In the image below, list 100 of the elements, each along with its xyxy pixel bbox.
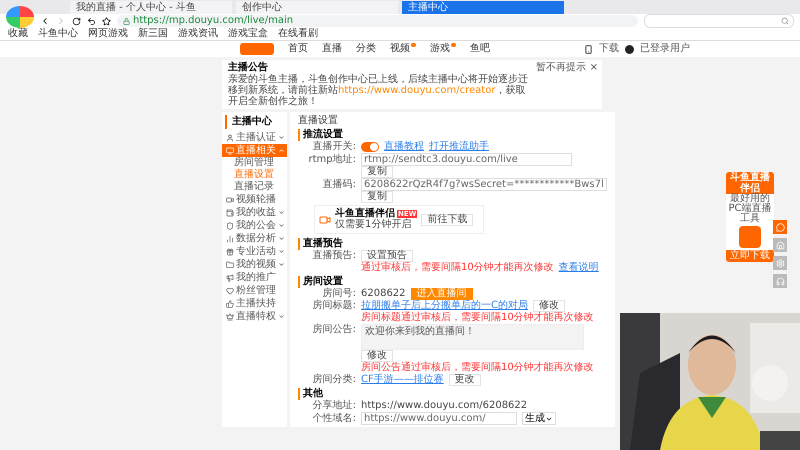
settings-button[interactable]: [773, 256, 787, 270]
bookmark[interactable]: 在线看剧: [278, 28, 318, 40]
live-toggle[interactable]: [361, 142, 379, 152]
nav-link[interactable]: 分类: [356, 43, 376, 55]
menu-icon: [226, 208, 234, 216]
sidebar-item[interactable]: 视频轮播: [222, 193, 287, 206]
chevron-down-icon: [278, 313, 285, 320]
browser-tab[interactable]: 创作中心: [236, 1, 398, 14]
home-button[interactable]: [773, 238, 787, 252]
field-label: 直播开关:: [312, 141, 356, 153]
warning-text: 房间公告通过审核后，需要间隔10分钟才能再次修改: [361, 362, 594, 374]
nav-link[interactable]: 首页: [288, 43, 308, 55]
field-label: 房间分类:: [312, 374, 356, 386]
menu-icon: [226, 312, 234, 320]
help-link[interactable]: 查看说明: [558, 262, 599, 274]
sidebar-item[interactable]: 直播特权: [222, 310, 287, 323]
notice-title: 主播公告: [228, 62, 268, 74]
notice-textarea[interactable]: 欢迎你来到我的直播间！: [361, 324, 584, 350]
menu-icon: [226, 146, 234, 154]
bookmark[interactable]: 新三国: [138, 28, 168, 40]
address-bar[interactable]: https://mp.douyu.com/live/main: [117, 15, 638, 27]
sidebar-subitem[interactable]: 房间管理: [222, 157, 287, 169]
input-field[interactable]: rtmp://sendtc3.douyu.com/live: [361, 153, 572, 166]
notice-text: 亲爱的斗鱼主播，斗鱼创作中心已上线，后续主播中心将开始逐步迁移到新系统，请前往新站https://www.douyu.com/creator，获取开启全新创作之旅！: [228, 74, 528, 107]
bookmark[interactable]: 收藏: [8, 28, 28, 40]
search-icon[interactable]: [781, 17, 789, 25]
section-title: 其他: [298, 388, 607, 400]
sidebar-item[interactable]: 数据分析: [222, 232, 287, 245]
sidebar-item[interactable]: 我的推广: [222, 271, 287, 284]
field-label: 直播码:: [322, 178, 356, 190]
promo-text: 最好用的PC端直播工具: [727, 194, 772, 224]
warning-text: 房间标题通过审核后，需要间隔10分钟才能再次修改: [361, 312, 594, 324]
nav-link[interactable]: 视频: [390, 43, 416, 55]
field-label: 个性域名:: [312, 412, 356, 424]
sidebar-subitem[interactable]: 直播记录: [222, 181, 287, 193]
field-label: 分享地址:: [312, 400, 356, 412]
bookmark[interactable]: 网页游戏: [88, 28, 128, 40]
menu-icon: [226, 248, 234, 256]
bookmark[interactable]: 斗鱼中心: [38, 28, 78, 40]
sidebar-item[interactable]: 主播认证: [222, 131, 287, 144]
page-title: 直播设置: [298, 114, 339, 127]
action-button[interactable]: 修改: [532, 300, 565, 312]
field-label: 房间公告:: [312, 324, 356, 336]
undo-icon[interactable]: [87, 16, 96, 26]
reload-icon[interactable]: [72, 16, 81, 26]
menu-icon: [226, 300, 234, 308]
bookmark[interactable]: 游戏宝盒: [228, 28, 268, 40]
field-label: 直播预告:: [312, 250, 356, 262]
sidebar-item[interactable]: 我的视频: [222, 258, 287, 271]
menu-icon: [226, 222, 234, 230]
headset-icon: [776, 276, 784, 286]
action-button[interactable]: 更改: [448, 374, 481, 386]
browser-tab[interactable]: 主播中心: [402, 1, 564, 14]
warning-text: 通过审核后，需要间隔10分钟才能再次修改: [361, 262, 554, 274]
menu-icon: [226, 234, 234, 242]
generate-select[interactable]: 生成: [522, 412, 556, 425]
value-link[interactable]: 拉朋搬单子后上分搬单后的一C的对局: [361, 300, 528, 312]
sidebar-item[interactable]: 粉丝管理: [222, 284, 287, 297]
nav-link[interactable]: 直播: [322, 43, 342, 55]
action-button[interactable]: 复制: [361, 191, 393, 203]
sidebar-item[interactable]: 我的收益: [222, 206, 287, 219]
search-field[interactable]: [644, 14, 794, 28]
app-icon: [739, 226, 761, 248]
browser-tab[interactable]: 我的直播 - 个人中心 - 斗鱼: [70, 1, 232, 14]
sidebar-item[interactable]: 我的公会: [222, 219, 287, 232]
bookmark[interactable]: 游戏资讯: [178, 28, 218, 40]
chat-button[interactable]: [773, 220, 787, 234]
lock-icon: [123, 18, 130, 24]
field-label: 房间标题:: [312, 300, 356, 312]
close-button[interactable]: ×: [590, 62, 598, 74]
avatar[interactable]: [625, 44, 634, 54]
menu-icon: [226, 274, 234, 282]
nav-link[interactable]: 鱼吧: [470, 43, 490, 55]
headset-button[interactable]: [773, 274, 787, 288]
field-label: 房间号:: [322, 288, 356, 300]
user-name[interactable]: 已登录用户: [640, 43, 690, 55]
dismiss-link[interactable]: 暂不再提示: [536, 62, 586, 74]
action-button[interactable]: 复制: [361, 166, 393, 178]
menu-icon: [226, 196, 234, 204]
input-field[interactable]: 6208622rQzR4f7g?wsSecret=************Bws7l: [361, 178, 607, 191]
action-button[interactable]: 修改: [361, 350, 393, 362]
home-icon: [776, 240, 784, 250]
video-icon: [319, 214, 331, 226]
input-field[interactable]: https://www.douyu.com/: [361, 412, 517, 425]
help-link[interactable]: 直播教程: [384, 141, 424, 153]
field-value: https://www.douyu.com/6208622: [361, 400, 528, 412]
menu-icon: [226, 286, 234, 294]
help-link[interactable]: 打开推流助手: [429, 141, 489, 153]
sidebar-item[interactable]: 专业活动: [222, 245, 287, 258]
chat-icon: [776, 222, 784, 232]
download-button[interactable]: 前往下载: [421, 214, 474, 226]
sidebar-item[interactable]: 主播扶持: [222, 297, 287, 310]
value-link[interactable]: CF手游——排位赛: [361, 374, 444, 386]
settings-icon: [776, 258, 784, 268]
nav-link[interactable]: 游戏: [430, 43, 456, 55]
action-button[interactable]: 设置预告: [361, 250, 413, 262]
sidebar-title: 主播中心: [225, 115, 287, 129]
star-icon[interactable]: [102, 16, 111, 26]
field-value: 6208622: [361, 288, 406, 300]
download-link[interactable]: 下载: [599, 43, 619, 55]
